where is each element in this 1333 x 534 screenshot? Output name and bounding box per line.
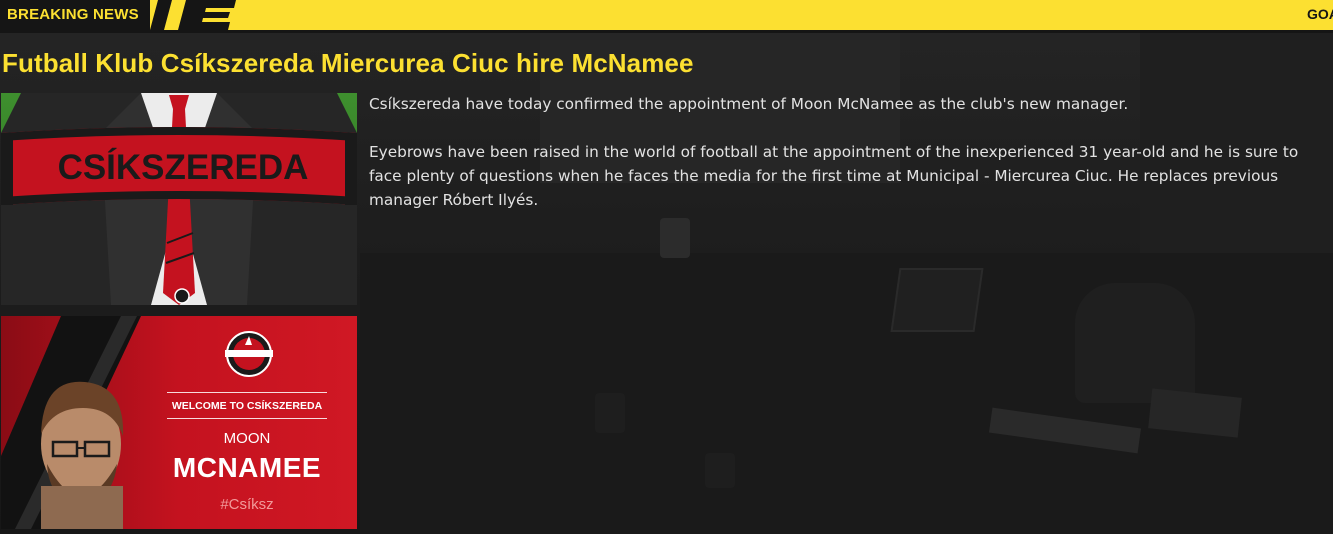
article-body: Csíkszereda have today confirmed the app… [369, 92, 1331, 212]
scarf-text: CSÍKSZEREDA [58, 147, 309, 187]
welcome-text: WELCOME TO CSÍKSZEREDA [171, 400, 323, 412]
manager-first-name: MOON [223, 430, 271, 447]
news-headline: Futball Klub Csíkszereda Miercurea Ciuc … [2, 48, 694, 78]
welcome-divider-bottom [167, 418, 327, 419]
breaking-news-label: BREAKING NEWS [7, 6, 139, 23]
ticker-scrolling-text: GOA [1307, 6, 1333, 22]
welcome-card: WELCOME TO CSÍKSZEREDA MOON MCNAMEE #Csí… [1, 316, 357, 529]
scarf-photo: CSÍKSZEREDA [1, 93, 357, 305]
welcome-divider-top [167, 392, 327, 393]
ticker-divider [0, 30, 1333, 33]
news-logo-icon [150, 0, 236, 30]
article-paragraph: Csíkszereda have today confirmed the app… [369, 95, 1129, 113]
manager-last-name: MCNAMEE [172, 452, 322, 483]
article-paragraph: Eyebrows have been raised in the world o… [369, 143, 1299, 209]
breaking-news-ticker: BREAKING NEWS GOA [0, 0, 1333, 33]
scarf-illustration: CSÍKSZEREDA [1, 93, 357, 305]
breaking-news-label-box: BREAKING NEWS [0, 0, 150, 30]
club-hashtag: #Csíksz [220, 496, 274, 513]
